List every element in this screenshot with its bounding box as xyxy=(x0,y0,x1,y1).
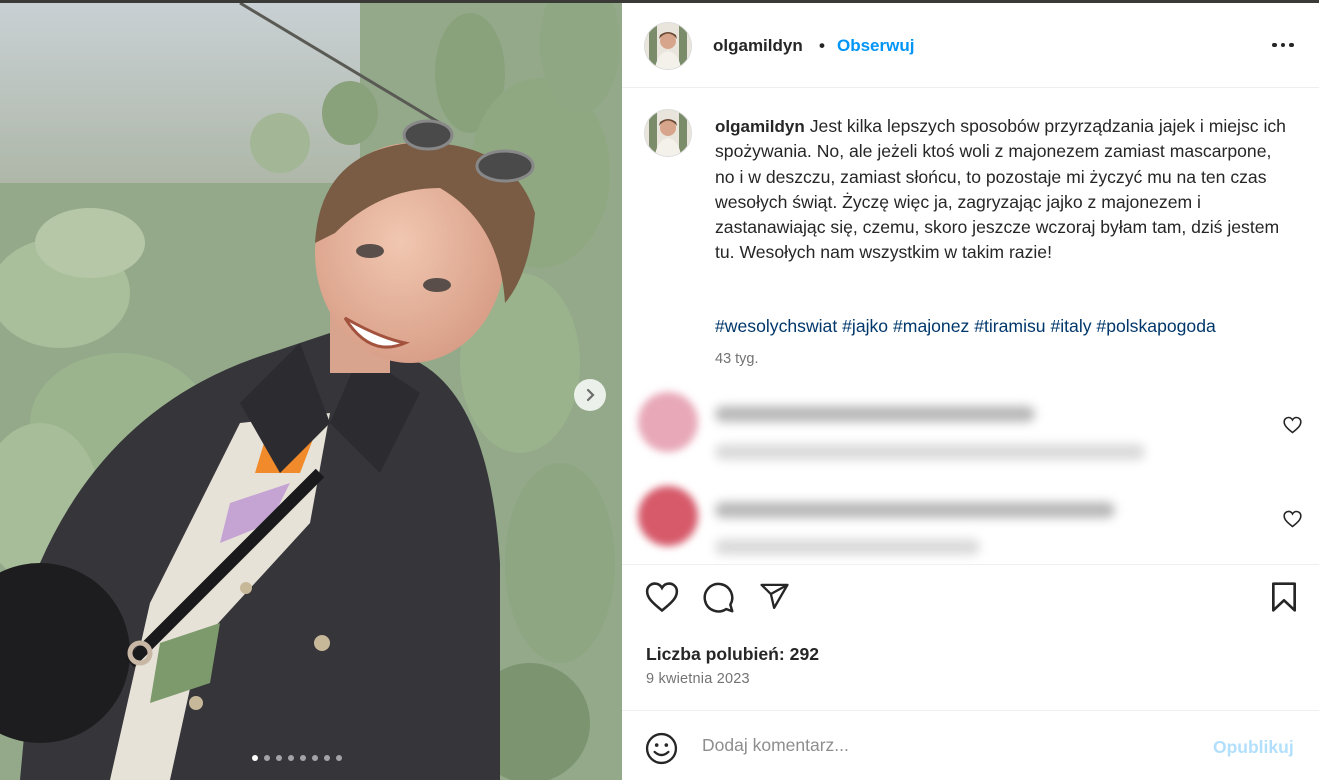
comment-meta-blurred xyxy=(715,444,1145,460)
more-dot xyxy=(1289,42,1294,48)
carousel-dot xyxy=(264,755,270,761)
hashtag-link[interactable]: #polskapogoda xyxy=(1096,316,1215,336)
post-details-panel: olgamildyn • Obserwuj olgamildyn Jest kil… xyxy=(622,3,1319,780)
action-bar xyxy=(622,581,1319,621)
carousel-dot xyxy=(300,755,306,761)
avatar-image xyxy=(645,110,691,156)
caption-username[interactable]: olgamildyn xyxy=(715,117,805,136)
hashtag-link[interactable]: #italy xyxy=(1050,316,1091,336)
comment-avatar[interactable] xyxy=(638,392,698,452)
comment-text-blurred xyxy=(715,502,1115,518)
carousel-dot xyxy=(324,755,330,761)
separator-dot: • xyxy=(819,36,825,55)
post-photo[interactable] xyxy=(0,3,622,780)
carousel-indicator xyxy=(252,755,342,761)
post-date: 9 kwietnia 2023 xyxy=(646,671,750,687)
photo-image xyxy=(0,3,622,780)
hashtag-link[interactable]: #jajko xyxy=(842,316,888,336)
hashtag-link[interactable]: #tiramisu xyxy=(974,316,1045,336)
follow-button[interactable]: Obserwuj xyxy=(837,36,914,56)
next-photo-button[interactable] xyxy=(574,379,606,411)
emoji-icon[interactable] xyxy=(645,732,678,765)
author-username[interactable]: olgamildyn xyxy=(713,36,803,56)
more-options-button[interactable] xyxy=(1267,31,1299,59)
carousel-dot xyxy=(252,755,258,761)
heart-icon[interactable] xyxy=(1283,510,1302,528)
hashtag-list: #wesolychswiat #jajko #majonez #tiramisu… xyxy=(715,316,1216,337)
add-comment-bar: Opublikuj xyxy=(622,710,1319,780)
comment-avatar[interactable] xyxy=(638,486,698,546)
caption-author-avatar[interactable] xyxy=(645,110,691,156)
post-age[interactable]: 43 tyg. xyxy=(715,351,759,367)
carousel-dot xyxy=(336,755,342,761)
post-caption: olgamildyn Jest kilka lepszych sposobów p… xyxy=(715,114,1295,266)
author-avatar[interactable] xyxy=(645,23,691,69)
avatar-image xyxy=(645,23,691,69)
comment-input[interactable] xyxy=(702,735,1182,756)
hashtag-link[interactable]: #majonez xyxy=(893,316,969,336)
more-dot xyxy=(1280,42,1286,48)
more-horizontal-icon xyxy=(1272,42,1277,48)
heart-icon[interactable] xyxy=(1283,416,1302,434)
comment-text-blurred xyxy=(715,406,1035,422)
carousel-dot xyxy=(276,755,282,761)
comment-item xyxy=(622,486,1319,566)
hashtag-link[interactable]: #wesolychswiat xyxy=(715,316,837,336)
comment-item xyxy=(622,392,1319,472)
like-count[interactable]: Liczba polubień: 292 xyxy=(646,644,819,665)
heart-icon[interactable] xyxy=(645,581,679,613)
chevron-right-icon xyxy=(586,388,595,402)
bookmark-icon[interactable] xyxy=(1270,581,1298,613)
send-icon[interactable] xyxy=(758,581,791,612)
comment-meta-blurred xyxy=(715,539,980,555)
publish-button[interactable]: Opublikuj xyxy=(1213,737,1294,758)
post-header: olgamildyn • Obserwuj xyxy=(622,3,1319,88)
caption-text: Jest kilka lepszych sposobów przyrządzan… xyxy=(715,116,1286,263)
carousel-dot xyxy=(288,755,294,761)
carousel-dot xyxy=(312,755,318,761)
divider xyxy=(622,564,1319,565)
comment-icon[interactable] xyxy=(702,581,735,614)
